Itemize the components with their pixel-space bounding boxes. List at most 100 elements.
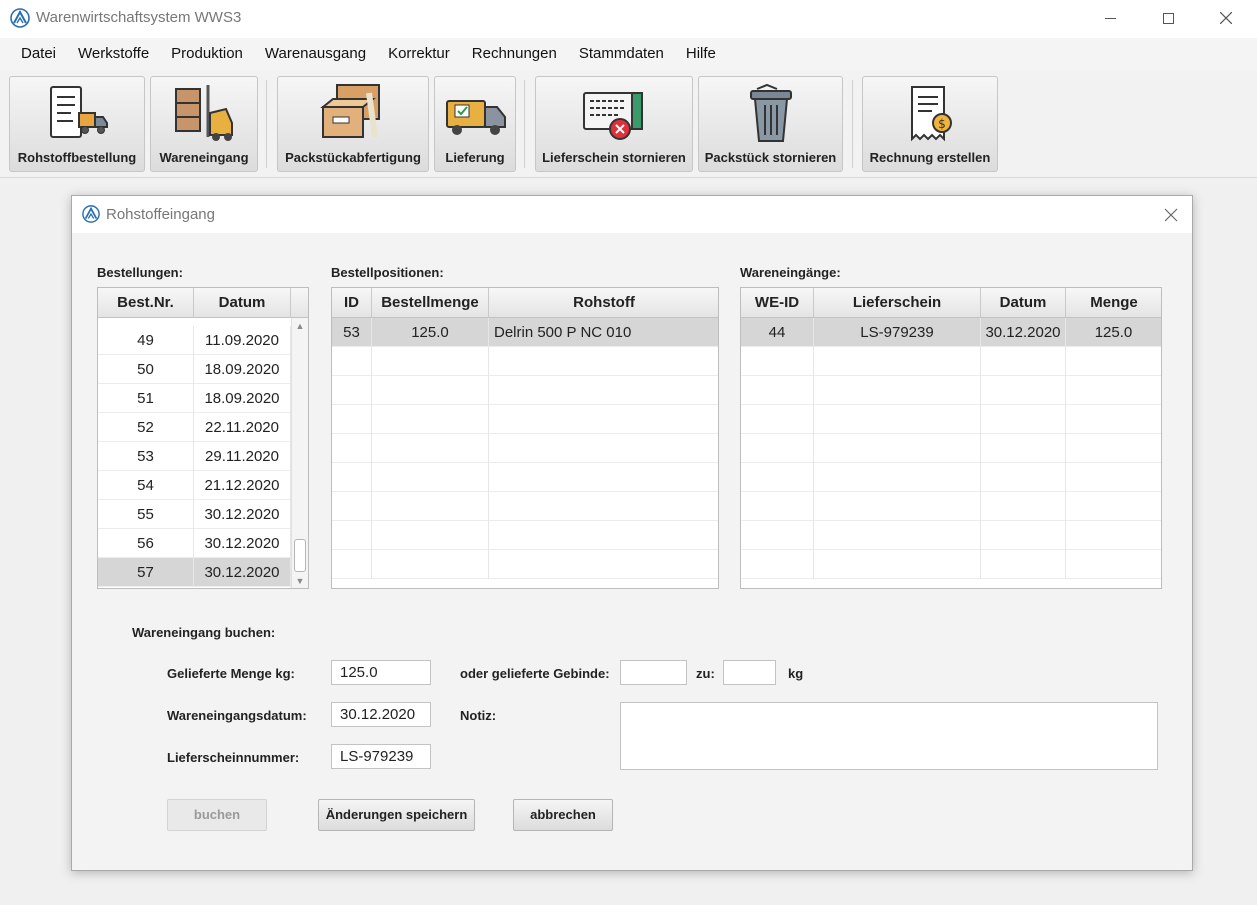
cell-best-nr: 55 — [98, 500, 194, 529]
wareneingangsdatum-label: Wareneingangsdatum: — [167, 708, 307, 723]
table-row[interactable]: 54 21.12.2020 — [98, 471, 292, 500]
column-header-datum[interactable]: Datum — [194, 288, 291, 318]
maximize-button[interactable] — [1139, 0, 1197, 36]
vertical-scrollbar[interactable]: ▲ ▼ — [291, 318, 308, 588]
cell-best-nr: 54 — [98, 471, 194, 500]
table-row-selected[interactable]: 53 125.0 Delrin 500 P NC 010 — [332, 318, 718, 347]
menu-stammdaten[interactable]: Stammdaten — [568, 38, 675, 70]
empty-row — [332, 405, 718, 434]
menu-korrektur[interactable]: Korrektur — [377, 38, 461, 70]
table-row[interactable]: 50 18.09.2020 — [98, 355, 292, 384]
aenderungen-speichern-button[interactable]: Änderungen speichern — [318, 799, 475, 831]
zu-label: zu: — [696, 666, 715, 681]
buchen-button[interactable]: buchen — [167, 799, 267, 831]
lieferung-label: Lieferung — [445, 150, 505, 165]
column-header-we-id[interactable]: WE-ID — [741, 288, 814, 318]
gebinde-kg-input[interactable] — [723, 660, 776, 685]
cell-best-nr: 57 — [98, 558, 194, 587]
menu-datei[interactable]: Datei — [10, 38, 67, 70]
cell-datum: 18.09.2020 — [194, 355, 291, 384]
packstueckabfertigung-label: Packstückabfertigung — [285, 150, 421, 165]
gelieferte-gebinde-input[interactable] — [620, 660, 687, 685]
toolbar-separator — [266, 80, 267, 168]
menu-werkstoffe[interactable]: Werkstoffe — [67, 38, 160, 70]
gelieferte-menge-input[interactable] — [331, 660, 431, 685]
title-bar: Warenwirtschaftsystem WWS3 — [0, 0, 1257, 38]
table-row[interactable]: 56 30.12.2020 — [98, 529, 292, 558]
cell-datum: 11.09.2020 — [194, 326, 291, 355]
notiz-textarea[interactable] — [620, 702, 1158, 770]
menu-rechnungen[interactable]: Rechnungen — [461, 38, 568, 70]
column-header-id[interactable]: ID — [332, 288, 372, 318]
packstueck-stornieren-button[interactable]: Packstück stornieren — [698, 76, 843, 172]
packstueckabfertigung-button[interactable]: Packstückabfertigung — [277, 76, 429, 172]
menu-produktion[interactable]: Produktion — [160, 38, 254, 70]
abbrechen-button[interactable]: abbrechen — [513, 799, 613, 831]
cell-best-nr: 50 — [98, 355, 194, 384]
lieferung-button[interactable]: Lieferung — [434, 76, 516, 172]
table-row[interactable]: 52 22.11.2020 — [98, 413, 292, 442]
lieferscheinnummer-label: Lieferscheinnummer: — [167, 750, 300, 765]
scroll-up-icon[interactable]: ▲ — [292, 320, 308, 332]
menu-hilfe[interactable]: Hilfe — [675, 38, 727, 70]
empty-row — [332, 550, 718, 579]
window-title: Warenwirtschaftsystem WWS3 — [36, 9, 242, 26]
table-body: 53 125.0 Delrin 500 P NC 010 — [332, 318, 718, 579]
table-row[interactable]: 49 11.09.2020 — [98, 326, 292, 355]
cell-best-nr: 52 — [98, 413, 194, 442]
lieferscheinnummer-input[interactable] — [331, 744, 431, 769]
wareneingaenge-label: Wareneingänge: — [740, 265, 841, 280]
table-header: ID Bestellmenge Rohstoff — [332, 288, 718, 318]
table-row[interactable]: 51 18.09.2020 — [98, 384, 292, 413]
column-header-bestellmenge[interactable]: Bestellmenge — [372, 288, 489, 318]
wareneingangsdatum-input[interactable] — [331, 702, 431, 727]
menu-warenausgang[interactable]: Warenausgang — [254, 38, 377, 70]
empty-row — [332, 492, 718, 521]
minimize-button[interactable] — [1081, 0, 1139, 36]
menu-bar: Datei Werkstoffe Produktion Warenausgang… — [0, 38, 1257, 70]
rohstoffbestellung-button[interactable]: Rohstoffbestellung — [9, 76, 145, 172]
app-logo-icon — [10, 8, 30, 28]
column-header-menge[interactable]: Menge — [1066, 288, 1161, 318]
table-row[interactable]: 53 29.11.2020 — [98, 442, 292, 471]
empty-row — [741, 463, 1161, 492]
dialog-close-icon[interactable] — [1164, 208, 1178, 222]
bestellungen-label: Bestellungen: — [97, 265, 183, 280]
empty-row — [741, 492, 1161, 521]
table-body: 44 LS-979239 30.12.2020 125.0 — [741, 318, 1161, 579]
lieferschein-stornieren-button[interactable]: Lieferschein stornieren — [535, 76, 693, 172]
scroll-thumb[interactable] — [294, 539, 306, 572]
close-icon — [1220, 12, 1232, 24]
cell-id: 53 — [332, 318, 372, 347]
scroll-down-icon[interactable]: ▼ — [292, 575, 308, 587]
wareneingang-button[interactable]: Wareneingang — [150, 76, 258, 172]
app-logo-icon — [82, 205, 100, 223]
bestellpositionen-label: Bestellpositionen: — [331, 265, 444, 280]
close-button[interactable] — [1197, 0, 1255, 36]
toolbar-separator — [524, 80, 525, 168]
cell-datum: 30.12.2020 — [194, 500, 291, 529]
column-header-rohstoff[interactable]: Rohstoff — [489, 288, 718, 318]
cell-best-nr: 51 — [98, 384, 194, 413]
svg-text:$: $ — [938, 117, 946, 131]
dialog-title: Rohstoffeingang — [106, 206, 215, 223]
gelieferte-menge-label: Gelieferte Menge kg: — [167, 666, 295, 681]
gelieferte-gebinde-label: oder gelieferte Gebinde: — [460, 666, 610, 681]
empty-row — [741, 434, 1161, 463]
toolbar: Rohstoffbestellung Wareneingang Packstüc… — [0, 70, 1257, 178]
column-header-datum[interactable]: Datum — [981, 288, 1066, 318]
rechnung-erstellen-button[interactable]: $ Rechnung erstellen — [862, 76, 998, 172]
cell-best-nr: 56 — [98, 529, 194, 558]
column-header-best-nr[interactable]: Best.Nr. — [98, 288, 194, 318]
cell-datum: 22.11.2020 — [194, 413, 291, 442]
forklift-boxes-icon — [175, 85, 233, 141]
column-header-lieferschein[interactable]: Lieferschein — [814, 288, 981, 318]
bestellpositionen-table: ID Bestellmenge Rohstoff 53 125.0 Delrin… — [331, 287, 719, 589]
table-row[interactable]: 55 30.12.2020 — [98, 500, 292, 529]
cell-datum: 30.12.2020 — [194, 558, 291, 587]
cell-rohstoff: Delrin 500 P NC 010 — [489, 318, 718, 347]
table-row-selected[interactable]: 57 30.12.2020 — [98, 558, 292, 587]
empty-row — [332, 463, 718, 492]
table-row-selected[interactable]: 44 LS-979239 30.12.2020 125.0 — [741, 318, 1161, 347]
kg-unit-label: kg — [788, 666, 804, 681]
